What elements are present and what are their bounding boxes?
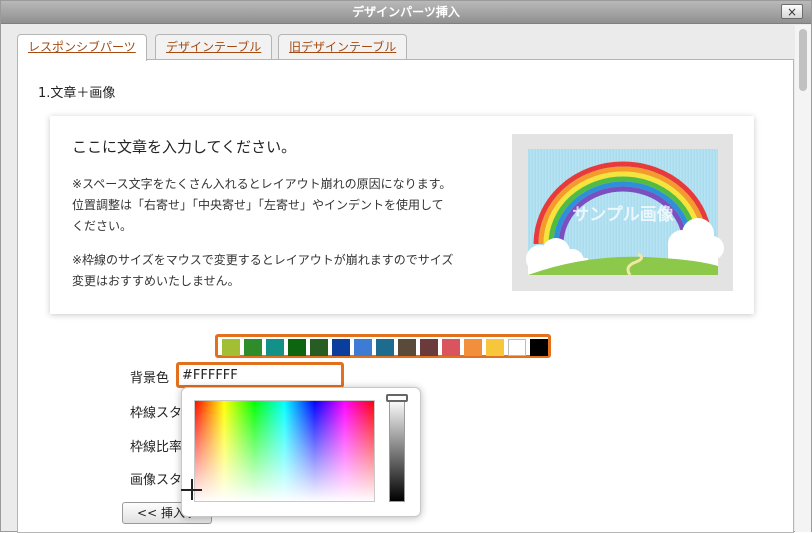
color-picker-popup (181, 387, 421, 517)
color-swatch[interactable] (310, 339, 328, 356)
color-spectrum-frame (194, 400, 375, 502)
card-line: 位置調整は「右寄せ」「中央寄せ」「左寄せ」やインデントを使用して (72, 198, 444, 212)
color-swatch[interactable] (420, 339, 438, 356)
tab-design-table[interactable]: デザインテーブル (155, 34, 273, 60)
scrollbar-thumb[interactable] (799, 29, 807, 91)
window-title: デザインパーツ挿入 (352, 5, 460, 19)
color-swatch[interactable] (354, 339, 372, 356)
dialog-window: デザインパーツ挿入 × レスポンシブパーツ デザインテーブル 旧デザインテーブル… (0, 0, 812, 533)
card-heading: ここに文章を入力してください。 (72, 138, 297, 156)
vertical-scrollbar[interactable] (795, 25, 811, 532)
section-title: 1.文章＋画像 (38, 86, 116, 101)
sample-image-caption: サンプル画像 (572, 204, 674, 225)
color-swatch[interactable] (288, 339, 306, 356)
card-line: ※スペース文字をたくさん入れるとレイアウト崩れの原因になります。 (72, 177, 452, 191)
text-image-card[interactable]: ここに文章を入力してください。 ※スペース文字をたくさん入れるとレイアウト崩れの… (50, 116, 754, 314)
color-swatch[interactable] (376, 339, 394, 356)
color-palette (215, 334, 551, 358)
color-swatch[interactable] (222, 339, 240, 356)
tab-content-panel: 1.文章＋画像 ここに文章を入力してください。 ※スペース文字をたくさん入れると… (17, 59, 794, 533)
color-swatch[interactable] (464, 339, 482, 356)
color-swatch[interactable] (332, 339, 350, 356)
brightness-slider[interactable] (389, 398, 405, 502)
image-style-label: 画像スタ (130, 473, 183, 488)
color-swatch[interactable] (508, 339, 526, 356)
border-style-label: 枠線スタ (130, 406, 183, 421)
color-swatch[interactable] (266, 339, 284, 356)
color-swatch[interactable] (244, 339, 262, 356)
brightness-slider-handle[interactable] (386, 394, 408, 402)
crosshair-icon[interactable] (191, 479, 193, 500)
color-swatch[interactable] (486, 339, 504, 356)
title-bar: デザインパーツ挿入 × (1, 1, 811, 24)
close-button[interactable]: × (781, 4, 803, 19)
tab-old-design-table[interactable]: 旧デザインテーブル (278, 34, 408, 60)
card-line: ください。 (72, 219, 133, 233)
color-swatch[interactable] (398, 339, 416, 356)
card-line: ※枠線のサイズをマウスで変更するとレイアウトが崩れますのでサイズ (72, 253, 454, 267)
tab-responsive-parts[interactable]: レスポンシブパーツ (17, 34, 147, 61)
card-paragraph-2: ※枠線のサイズをマウスで変更するとレイアウトが崩れますのでサイズ 変更はおすすめ… (72, 250, 502, 292)
sample-image: サンプル画像 (512, 134, 733, 291)
card-paragraph-1: ※スペース文字をたくさん入れるとレイアウト崩れの原因になります。 位置調整は「右… (72, 174, 502, 237)
background-color-input[interactable] (176, 362, 344, 388)
color-swatch[interactable] (442, 339, 460, 356)
sample-image-illustration: サンプル画像 (526, 149, 724, 276)
card-line: 変更はおすすめいたしません。 (72, 274, 240, 288)
color-swatch[interactable] (530, 339, 548, 356)
border-ratio-label: 枠線比率 (130, 440, 183, 455)
background-color-label: 背景色 (130, 371, 170, 386)
